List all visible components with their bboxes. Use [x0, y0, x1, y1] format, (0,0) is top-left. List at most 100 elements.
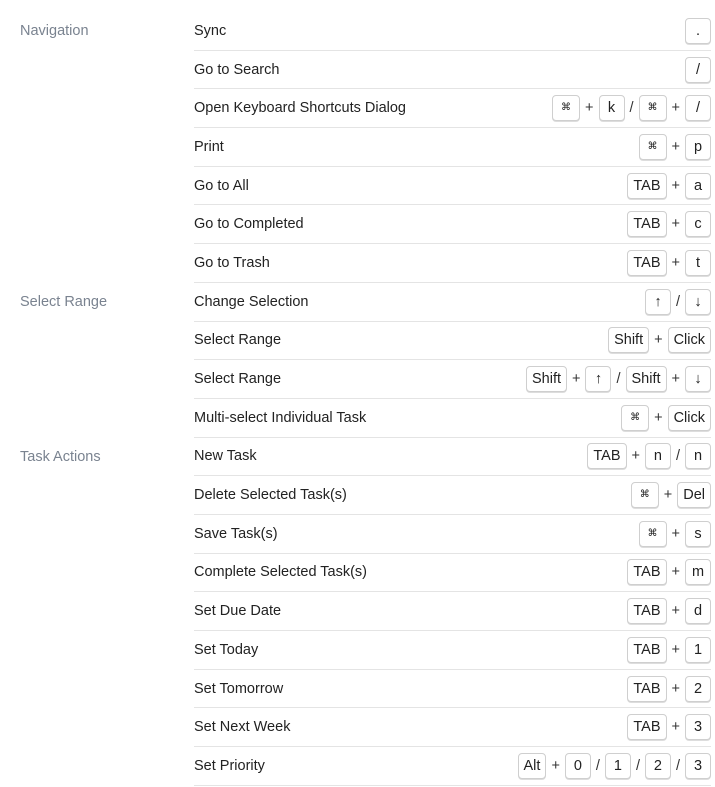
keycap: 1 — [604, 752, 631, 779]
key-separator: / — [616, 371, 621, 388]
shortcut-row: Set Tomorrow TAB +2 — [194, 670, 711, 709]
keycap: c — [685, 211, 711, 238]
keycap: ↑ — [644, 288, 671, 315]
command-key-icon: ⌘ — [638, 520, 667, 547]
shortcut-name: Save Task(s) — [194, 525, 278, 542]
shortcut-name: Set Next Week — [194, 719, 291, 736]
shortcut-row: Go to Trash TAB + t — [194, 244, 711, 283]
shortcut-row: Complete Selected Task(s) TAB + m — [194, 554, 711, 593]
shortcut-name: Change Selection — [194, 293, 309, 310]
shortcut-row: Multi-select Individual Task ⌘ + Click — [194, 399, 711, 438]
keycap: d — [685, 598, 711, 625]
keycap: Click — [667, 404, 711, 431]
key-separator: + — [671, 371, 680, 388]
shortcut-row: Print ⌘ + p — [194, 128, 711, 167]
shortcut-rows: Sync. Go to Search / Open Keyboard Shortcut… — [194, 12, 711, 283]
section-label: Task Actions — [20, 448, 101, 465]
shortcuts-list: Navigation Sync. Go to Search / Open Keyboar… — [0, 0, 715, 786]
shortcut-name: Complete Selected Task(s) — [194, 564, 368, 581]
shortcut-row: Set Today TAB +1 — [194, 631, 711, 670]
keycap: Alt — [517, 752, 547, 779]
shortcut-row: New Task TAB + n / n — [194, 438, 711, 477]
shortcut-name: Multi-select Individual Task — [194, 409, 367, 426]
shortcut-row: Set Priority Alt +0/1/2/3 — [194, 747, 711, 786]
command-key-icon: ⌘ — [552, 95, 581, 122]
key-separator: + — [572, 371, 581, 388]
shortcut-row: Select Range Shift + ↑ / Shift + ↓ — [194, 360, 711, 399]
keycap: t — [685, 249, 711, 276]
keycap: TAB — [627, 636, 667, 663]
key-separator: + — [671, 177, 680, 194]
keycap: TAB — [627, 559, 667, 586]
shortcut-row: Sync. — [194, 12, 711, 51]
key-combo: TAB + t — [627, 249, 711, 276]
shortcut-row: Delete Selected Task(s) ⌘ + Del — [194, 476, 711, 515]
key-separator: + — [671, 216, 680, 233]
keycap: s — [685, 520, 711, 547]
shortcut-section: Select Range Change Selection ↑ / ↓ Select Ra… — [0, 283, 715, 438]
shortcut-row: Go to Completed TAB + c — [194, 205, 711, 245]
shortcut-row: Set Due Date TAB + d — [194, 592, 711, 631]
key-separator: / — [675, 448, 680, 465]
keycap: TAB — [587, 443, 627, 470]
keycap: m — [685, 559, 711, 586]
shortcut-name: Set Tomorrow — [194, 680, 284, 697]
command-key-icon: ⌘ — [621, 404, 650, 431]
key-combo: TAB + a — [627, 172, 711, 199]
keycap: / — [685, 95, 711, 122]
keycap: ↑ — [585, 366, 612, 393]
keycap: / — [685, 56, 711, 83]
key-separator: + — [671, 254, 680, 271]
shortcut-section: Navigation Sync. Go to Search / Open Keyboar… — [0, 12, 715, 283]
key-combo: TAB + c — [627, 211, 711, 238]
shortcut-name: Set Due Date — [194, 603, 282, 620]
key-combo: ↑ / ↓ — [644, 288, 711, 315]
shortcut-row: Change Selection ↑ / ↓ — [194, 283, 711, 322]
key-combo: Shift + ↑ / Shift + ↓ — [526, 366, 711, 393]
keycap: n — [644, 443, 671, 470]
shortcut-name: Set Priority — [194, 757, 265, 774]
shortcut-row: Go to All TAB + a — [194, 167, 711, 206]
key-separator: / — [595, 757, 600, 774]
key-combo: TAB + m — [627, 559, 711, 586]
keycap: 1 — [685, 636, 711, 663]
keycap: TAB — [627, 714, 667, 741]
key-combo: ⌘ + p — [638, 133, 711, 160]
shortcut-name: Go to All — [194, 177, 249, 194]
keycap: Shift — [526, 366, 568, 393]
shortcut-name: Select Range — [194, 332, 282, 349]
keycap: Shift — [625, 366, 667, 393]
keycap: n — [685, 443, 711, 470]
shortcut-name: Go to Search — [194, 61, 280, 78]
key-combo: / — [685, 56, 711, 83]
keycap: TAB — [627, 598, 667, 625]
key-combo: ⌘ + Click — [621, 404, 711, 431]
key-separator: / — [629, 100, 634, 117]
key-separator: + — [654, 332, 663, 349]
key-combo: TAB +2 — [627, 675, 711, 702]
key-combo: ⌘ + k / ⌘ + / — [552, 95, 711, 122]
key-combo: ⌘ + s — [638, 520, 711, 547]
key-combo: TAB +3 — [627, 714, 711, 741]
command-key-icon: ⌘ — [638, 95, 667, 122]
keycap: 0 — [564, 752, 591, 779]
key-separator: + — [671, 564, 680, 581]
shortcut-row: Save Task(s) ⌘ + s — [194, 515, 711, 554]
shortcut-row: Select Range Shift + Click — [194, 322, 711, 361]
key-combo: TAB + n / n — [587, 443, 711, 470]
keycap: TAB — [627, 249, 667, 276]
key-separator: + — [671, 641, 680, 658]
shortcut-name: Go to Completed — [194, 216, 304, 233]
key-combo: TAB +1 — [627, 636, 711, 663]
key-separator: + — [671, 138, 680, 155]
shortcut-row: Open Keyboard Shortcuts Dialog ⌘ + k / ⌘ + / — [194, 89, 711, 129]
keycap: 2 — [685, 675, 711, 702]
key-separator: + — [671, 100, 680, 117]
keycap: ↓ — [685, 288, 711, 315]
keycap: Click — [667, 327, 711, 354]
shortcut-row: Set Next Week TAB +3 — [194, 708, 711, 748]
key-separator: + — [671, 680, 680, 697]
key-separator: + — [671, 719, 680, 736]
shortcut-name: Set Today — [194, 641, 259, 658]
shortcut-row: Go to Search / — [194, 51, 711, 90]
